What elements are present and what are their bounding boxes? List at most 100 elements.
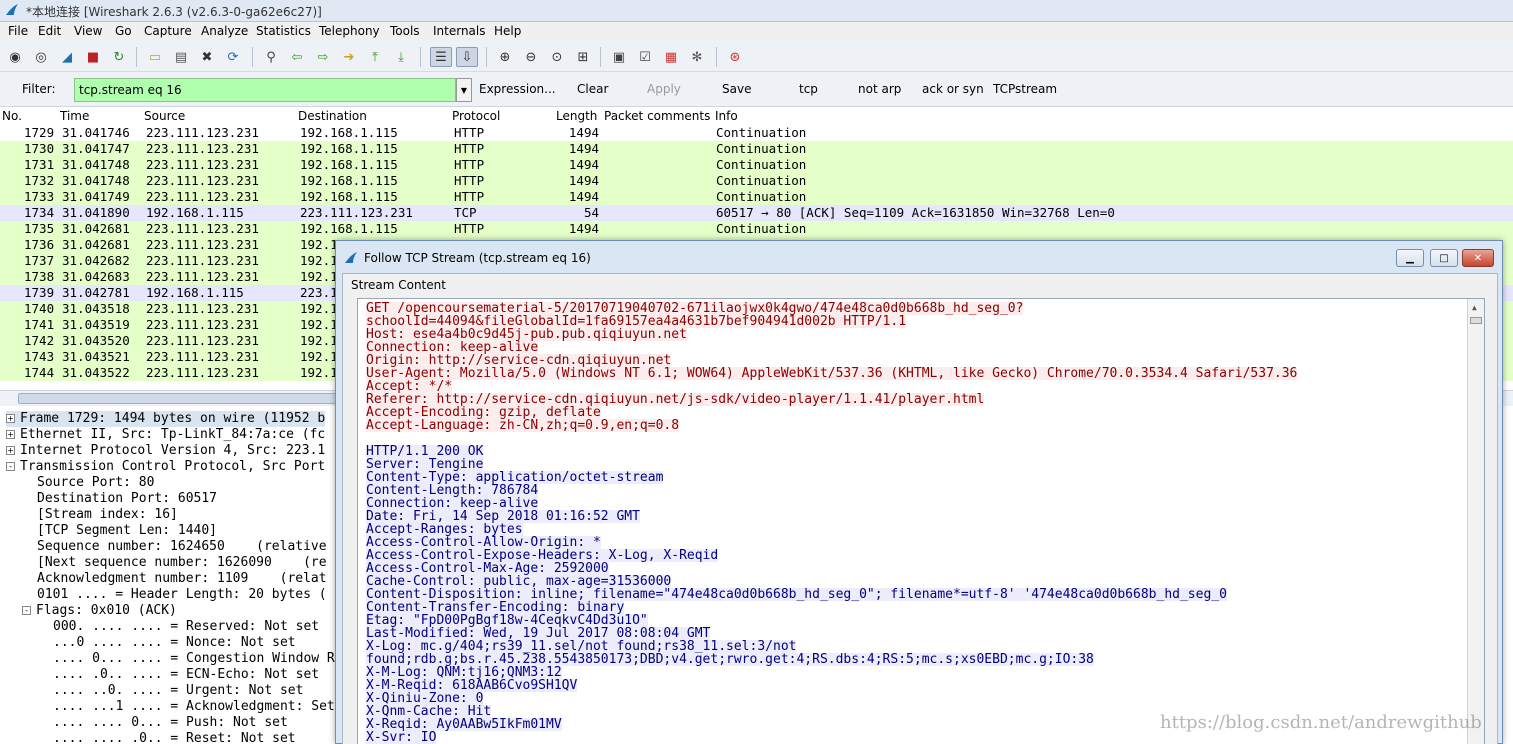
filter-button-tcpstream[interactable]: TCPstream [993, 82, 1057, 96]
maximize-button[interactable]: □ [1430, 249, 1458, 267]
help-icon[interactable]: ⊛ [726, 48, 744, 66]
detail-row[interactable]: [TCP Segment Len: 1440] [37, 523, 217, 539]
column-header-no[interactable]: No. [2, 109, 22, 123]
detail-text: Sequence number: 1624650 (relative [37, 539, 327, 554]
menu-tools[interactable]: Tools [390, 24, 420, 38]
scrollbar-thumb[interactable] [1470, 317, 1482, 324]
minimize-button[interactable]: ▁ [1396, 249, 1424, 267]
menu-statistics[interactable]: Statistics [256, 24, 311, 38]
detail-row[interactable]: Destination Port: 60517 [37, 491, 217, 507]
detail-row[interactable]: [Stream index: 16] [37, 507, 178, 523]
resize-columns-icon[interactable]: ⊞ [574, 48, 592, 66]
detail-row[interactable]: + Ethernet II, Src: Tp-LinkT_84:7a:ce (fc [6, 427, 325, 443]
save-button[interactable]: Save [722, 82, 751, 96]
capture-filters-icon[interactable]: ▣ [610, 48, 628, 66]
detail-row[interactable]: .... .... 0... = Push: Not set [53, 715, 288, 731]
collapse-icon[interactable]: - [6, 462, 15, 471]
menu-capture[interactable]: Capture [144, 24, 192, 38]
detail-row[interactable]: + Frame 1729: 1494 bytes on wire (11952 b [6, 411, 326, 427]
auto-scroll-icon[interactable]: ⇩ [456, 47, 478, 67]
filter-button-ack-or-syn[interactable]: ack or syn [922, 82, 984, 96]
column-header-source[interactable]: Source [144, 109, 185, 123]
packet-row[interactable]: 1734 31.041890 192.168.1.115 223.111.123.23… [0, 205, 1513, 221]
preferences-icon[interactable]: ✻ [688, 48, 706, 66]
filter-button-tcp[interactable]: tcp [799, 82, 818, 96]
apply-button[interactable]: Apply [647, 82, 681, 96]
filter-button-not-arp[interactable]: not arp [858, 82, 901, 96]
column-header-length[interactable]: Length [556, 109, 597, 123]
colorize-icon[interactable]: ☰ [430, 47, 452, 67]
menu-internals[interactable]: Internals [433, 24, 486, 38]
detail-row[interactable]: .... .0.. .... = ECN-Echo: Not set [53, 667, 319, 683]
column-header-time[interactable]: Time [60, 109, 89, 123]
restart-capture-icon[interactable]: ↻ [110, 48, 128, 66]
zoom-in-icon[interactable]: ⊕ [496, 48, 514, 66]
packet-row[interactable]: 1732 31.041748 223.111.123.231 192.168.1.11… [0, 173, 1513, 189]
go-to-packet-icon[interactable]: ➔ [340, 48, 358, 66]
minimize-icon: ▁ [1406, 252, 1414, 264]
menu-telephony[interactable]: Telephony [319, 24, 380, 38]
packet-row[interactable]: 1731 31.041748 223.111.123.231 192.168.1.11… [0, 157, 1513, 173]
detail-row[interactable]: Sequence number: 1624650 (relative [37, 539, 327, 555]
column-header-info[interactable]: Info [715, 109, 738, 123]
scroll-up-icon[interactable]: ▲ [1472, 303, 1477, 312]
menu-edit[interactable]: Edit [38, 24, 61, 38]
coloring-rules-icon[interactable]: ▦ [662, 48, 680, 66]
detail-row[interactable]: Source Port: 80 [37, 475, 154, 491]
open-file-icon[interactable]: ▭ [146, 48, 164, 66]
toolbar-separator [252, 47, 253, 67]
interfaces-icon[interactable]: ◉ [6, 48, 24, 66]
filter-dropdown-button[interactable]: ▼ [456, 78, 472, 102]
packet-row[interactable]: 1733 31.041749 223.111.123.231 192.168.1.11… [0, 189, 1513, 205]
menu-analyze[interactable]: Analyze [201, 24, 248, 38]
stop-capture-icon[interactable]: ■ [84, 48, 102, 66]
close-button[interactable]: ✕ [1462, 249, 1494, 267]
menu-go[interactable]: Go [115, 24, 132, 38]
menu-help[interactable]: Help [494, 24, 521, 38]
detail-row[interactable]: .... 0... .... = Congestion Window R [53, 651, 335, 667]
menu-view[interactable]: View [74, 24, 102, 38]
stream-content-text[interactable]: GET /opencoursematerial-5/20170719040702… [357, 298, 1485, 744]
expand-icon[interactable]: + [6, 446, 15, 455]
go-forward-icon[interactable]: ⇨ [314, 48, 332, 66]
detail-row[interactable]: + Internet Protocol Version 4, Src: 223.1 [6, 443, 325, 459]
column-header-protocol[interactable]: Protocol [452, 109, 500, 123]
detail-row[interactable]: .... ..0. .... = Urgent: Not set [53, 683, 303, 699]
detail-row[interactable]: 0101 .... = Header Length: 20 bytes ( [37, 587, 327, 603]
capture-options-icon[interactable]: ◎ [32, 48, 50, 66]
expand-icon[interactable]: + [6, 430, 15, 439]
detail-row[interactable]: Acknowledgment number: 1109 (relat [37, 571, 327, 587]
zoom-out-icon[interactable]: ⊖ [522, 48, 540, 66]
stream-vertical-scrollbar[interactable]: ▲ [1467, 299, 1484, 744]
detail-row[interactable]: .... .... .0.. = Reset: Not set [53, 731, 296, 744]
expand-icon[interactable]: + [6, 414, 15, 423]
save-file-icon[interactable]: ▤ [172, 48, 190, 66]
collapse-icon[interactable]: - [22, 606, 31, 615]
display-filters-icon[interactable]: ☑ [636, 48, 654, 66]
last-packet-icon[interactable]: ⤓ [392, 48, 410, 66]
column-header-destination[interactable]: Destination [298, 109, 367, 123]
close-file-icon[interactable]: ✖ [198, 48, 216, 66]
packet-row[interactable]: 1730 31.041747 223.111.123.231 192.168.1.11… [0, 141, 1513, 157]
packet-row[interactable]: 1729 31.041746 223.111.123.231 192.168.1.11… [0, 125, 1513, 141]
packet-row[interactable]: 1735 31.042681 223.111.123.231 192.168.1.11… [0, 221, 1513, 237]
go-back-icon[interactable]: ⇦ [288, 48, 306, 66]
detail-row[interactable]: [Next sequence number: 1626090 (re [37, 555, 327, 571]
first-packet-icon[interactable]: ⤒ [366, 48, 384, 66]
detail-row[interactable]: - Transmission Control Protocol, Src Port [6, 459, 325, 475]
menu-file[interactable]: File [8, 24, 28, 38]
find-packet-icon[interactable]: ⚲ [262, 48, 280, 66]
packet-cell-no: 1741 [24, 317, 55, 332]
detail-row[interactable]: .... ...1 .... = Acknowledgment: Set [53, 699, 335, 715]
detail-row[interactable]: ...0 .... .... = Nonce: Not set [53, 635, 296, 651]
reload-icon[interactable]: ⟳ [224, 48, 242, 66]
expression-button[interactable]: Expression... [479, 82, 556, 96]
packet-cell-time: 31.042681 [62, 237, 130, 252]
detail-row[interactable]: 000. .... .... = Reserved: Not set [53, 619, 319, 635]
display-filter-input[interactable]: tcp.stream eq 16 [74, 78, 456, 102]
normal-size-icon[interactable]: ⊙ [548, 48, 566, 66]
start-capture-icon[interactable]: ◢ [58, 48, 76, 66]
detail-row[interactable]: - Flags: 0x010 (ACK) [22, 603, 177, 619]
clear-button[interactable]: Clear [577, 82, 608, 96]
column-header-packet-comments[interactable]: Packet comments [604, 109, 710, 123]
